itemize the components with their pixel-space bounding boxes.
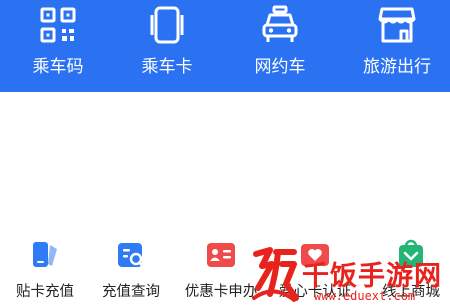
top-nav-ride-hailing[interactable]: 网约车 [224,0,336,92]
top-nav-travel[interactable]: 旅游出行 [341,0,450,92]
watermark-url: www.eduext.com [314,289,416,303]
service-card-topup[interactable]: 贴卡充值 [0,235,90,305]
top-nav-travel-label: 旅游出行 [363,57,431,77]
top-nav-bar: 乘车码 乘车卡 网约车 旅游出行 [0,0,450,92]
card-topup-icon [33,242,57,267]
discount-card-icon [207,243,235,267]
watermark-logo-icon [252,247,299,302]
service-recharge-query[interactable]: 充值查询 [86,235,176,305]
top-nav-ride-code-label: 乘车码 [32,57,84,77]
recharge-query-icon [118,243,146,269]
taxi-icon [262,5,298,42]
qr-code-icon [40,7,76,43]
watermark-text: 千饭手游网 [302,261,442,292]
top-nav-ride-card[interactable]: 乘车卡 [111,0,223,92]
shop-icon [378,7,416,43]
watermark: 千饭手游网 www.eduext.com [246,244,450,305]
top-nav-ride-code[interactable]: 乘车码 [2,0,114,92]
service-recharge-query-label: 充值查询 [102,284,160,300]
top-nav-ride-card-label: 乘车卡 [141,57,193,77]
top-nav-ride-hailing-label: 网约车 [254,57,306,77]
phone-card-icon [150,6,184,44]
service-card-topup-label: 贴卡充值 [16,284,74,300]
